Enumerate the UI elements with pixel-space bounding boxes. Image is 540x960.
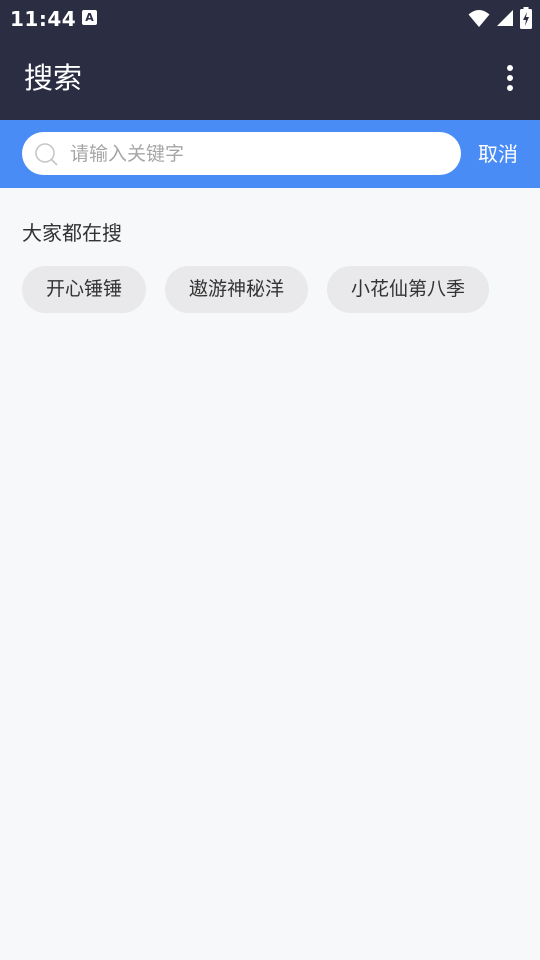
more-vertical-icon [507, 65, 513, 71]
search-bar: 取消 [0, 120, 540, 188]
more-options-button[interactable] [496, 62, 524, 94]
notification-icon: A [82, 10, 97, 25]
search-tag[interactable]: 遨游神秘洋 [165, 266, 309, 313]
popular-search-tags: 开心锤锤 遨游神秘洋 小花仙第八季 [22, 266, 490, 313]
cell-signal-icon [497, 10, 513, 26]
cancel-button[interactable]: 取消 [478, 140, 518, 168]
app-bar: 搜索 [0, 36, 540, 120]
search-field[interactable] [22, 132, 461, 175]
page-title: 搜索 [24, 61, 83, 95]
more-vertical-icon [507, 75, 513, 81]
notification-glyph: A [85, 11, 94, 24]
status-icons [468, 6, 532, 30]
more-vertical-icon [507, 85, 513, 91]
status-time: 11:44 [10, 7, 77, 31]
search-tag[interactable]: 开心锤锤 [22, 266, 147, 313]
search-tag[interactable]: 小花仙第八季 [327, 266, 490, 313]
search-input[interactable] [70, 132, 440, 175]
search-icon [35, 143, 58, 166]
status-bar: 11:44 A [0, 0, 540, 36]
wifi-icon [468, 10, 490, 27]
battery-charging-icon [520, 7, 532, 29]
popular-searches-heading: 大家都在搜 [22, 221, 122, 245]
